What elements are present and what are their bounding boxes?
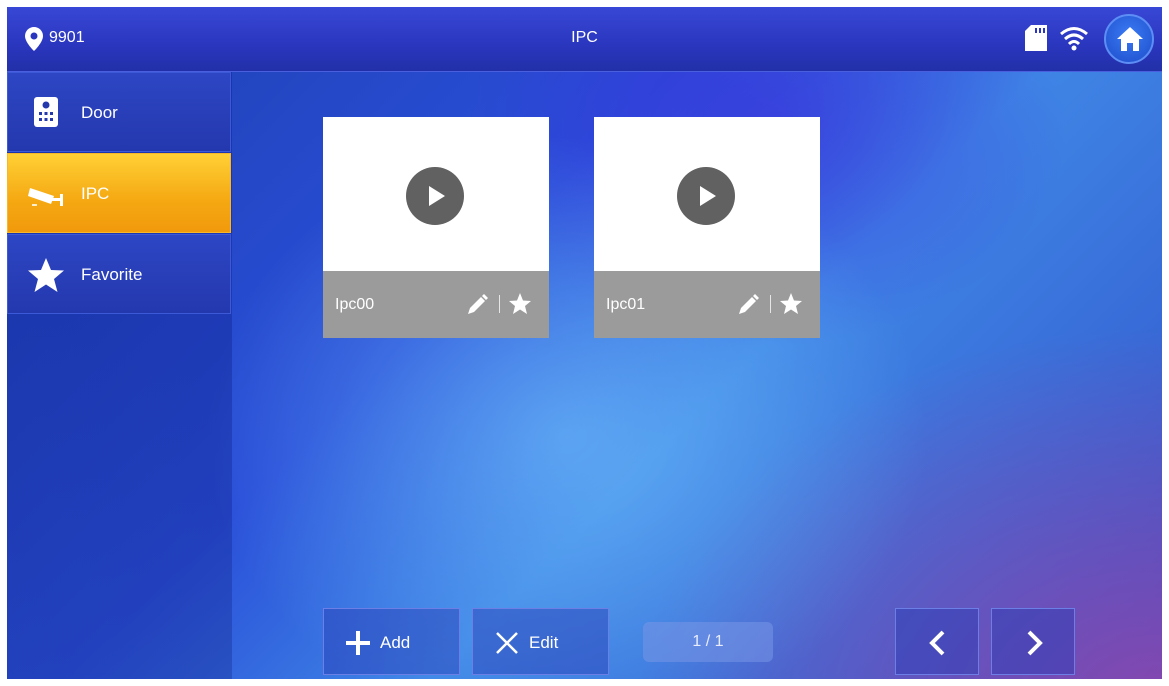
camera-card-footer: Ipc00 — [323, 271, 549, 338]
add-button-label: Add — [380, 633, 411, 652]
sidebar-item-label: Door — [81, 103, 118, 122]
sidebar: Door IPC Favorite — [7, 72, 232, 679]
star-icon — [28, 258, 64, 292]
security-camera-icon — [28, 188, 63, 206]
sidebar-item-favorite[interactable]: Favorite — [7, 234, 231, 314]
next-page-button[interactable] — [991, 608, 1075, 675]
home-button[interactable] — [1104, 14, 1154, 64]
camera-card[interactable]: Ipc01 — [594, 117, 820, 338]
favorite-star-icon[interactable] — [508, 292, 532, 316]
page-title: IPC — [571, 29, 598, 46]
play-icon — [429, 186, 445, 206]
divider — [499, 295, 500, 313]
chevron-left-icon — [929, 630, 945, 656]
play-icon — [700, 186, 716, 206]
edit-icon[interactable] — [465, 293, 489, 317]
page-indicator: 1 / 1 — [643, 622, 773, 662]
edit-button-label: Edit — [529, 633, 559, 652]
sidebar-item-door[interactable]: Door — [7, 72, 231, 152]
ipc-screen: 9901 IPC Door IPC Favorite Ipc00 Ipc01 A… — [7, 7, 1162, 679]
home-icon — [1117, 27, 1143, 51]
divider — [770, 295, 771, 313]
top-bar: 9901 IPC — [7, 7, 1162, 72]
add-button[interactable]: Add — [323, 608, 460, 675]
door-intercom-icon — [34, 97, 58, 127]
camera-name: Ipc01 — [606, 296, 646, 313]
sd-card-icon — [1025, 25, 1047, 51]
close-icon — [496, 632, 518, 654]
prev-page-button[interactable] — [895, 608, 979, 675]
chevron-right-icon — [1027, 630, 1043, 656]
edit-icon[interactable] — [736, 293, 760, 317]
play-button[interactable] — [406, 167, 464, 225]
plus-icon — [346, 631, 370, 655]
sidebar-item-label: Favorite — [81, 265, 143, 284]
wifi-icon — [1060, 27, 1088, 51]
camera-card-footer: Ipc01 — [594, 271, 820, 338]
camera-name: Ipc00 — [335, 296, 375, 313]
camera-card[interactable]: Ipc00 — [323, 117, 549, 338]
play-button[interactable] — [677, 167, 735, 225]
sidebar-item-label: IPC — [81, 184, 110, 203]
edit-button[interactable]: Edit — [472, 608, 609, 675]
favorite-star-icon[interactable] — [779, 292, 803, 316]
sidebar-item-ipc[interactable]: IPC — [7, 153, 231, 233]
